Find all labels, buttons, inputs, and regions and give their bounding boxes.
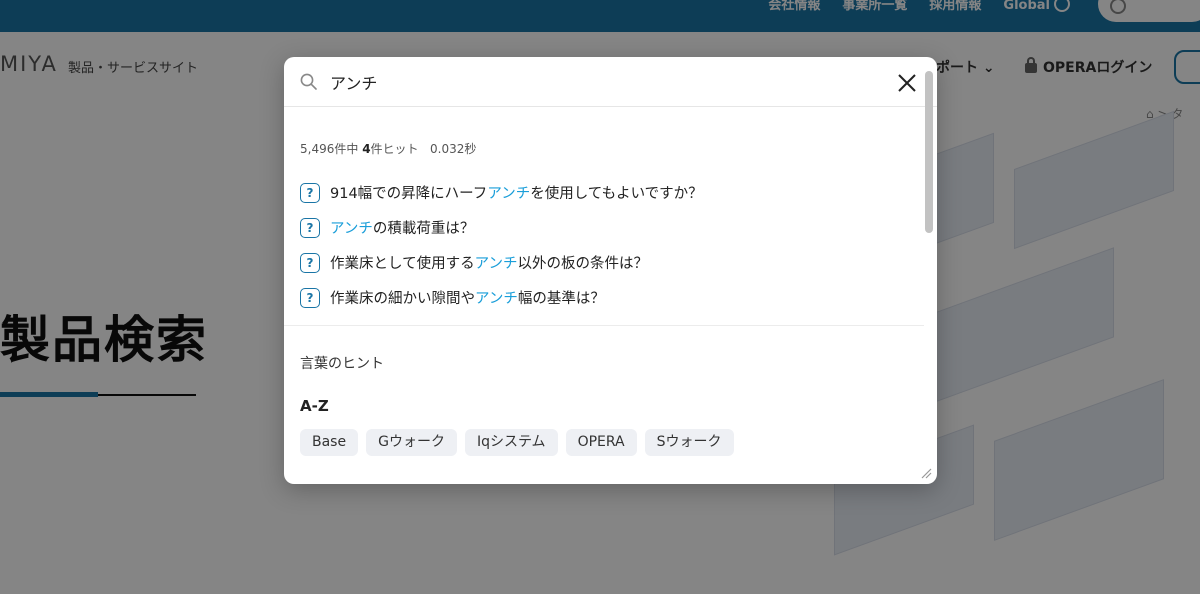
result-text-after: を使用してもよいですか？ xyxy=(530,186,703,202)
close-icon[interactable] xyxy=(896,72,918,94)
result-text-before: 作業床の細かい隙間や xyxy=(330,291,475,307)
result-text: アンチの積載荷重は？ xyxy=(330,217,474,238)
list-item[interactable]: ? 作業床として使用するアンチ以外の板の条件は？ xyxy=(300,245,900,280)
hit-count: 4 xyxy=(362,142,371,156)
az-heading: A-Z xyxy=(300,397,329,415)
question-icon: ? xyxy=(300,287,320,308)
result-list: ? 914幅での昇降にハーフアンチを使用してもよいですか？ ? アンチの積載荷重… xyxy=(300,175,900,315)
result-text: 作業床の細かい隙間やアンチ幅の基準は？ xyxy=(330,287,605,308)
tag-g-walk[interactable]: Gウォーク xyxy=(366,429,457,456)
result-highlight: アンチ xyxy=(474,256,518,272)
tag-base[interactable]: Base xyxy=(300,429,359,456)
search-bar xyxy=(284,57,937,107)
question-icon: ? xyxy=(300,252,320,273)
hit-total: 5,496件中 xyxy=(300,142,359,156)
search-input[interactable] xyxy=(330,69,870,95)
result-text-after: の積載荷重は？ xyxy=(372,221,475,237)
result-text-after: 幅の基準は？ xyxy=(517,291,605,307)
result-text-before: 作業床として使用する xyxy=(330,256,475,272)
result-highlight: アンチ xyxy=(487,186,531,202)
tag-iq-system[interactable]: Iqシステム xyxy=(464,429,558,456)
question-icon: ? xyxy=(300,217,320,238)
list-item[interactable]: ? 作業床の細かい隙間やアンチ幅の基準は？ xyxy=(300,280,900,315)
result-highlight: アンチ xyxy=(475,291,518,307)
result-text: 914幅での昇降にハーフアンチを使用してもよいですか？ xyxy=(330,182,703,203)
tag-opera[interactable]: OPERA xyxy=(565,429,637,456)
modal-scrollbar[interactable] xyxy=(925,71,933,233)
word-hints-heading: 言葉のヒント xyxy=(300,356,384,372)
resize-handle-icon[interactable] xyxy=(920,467,932,479)
section-divider xyxy=(284,325,924,326)
hit-count-info: 5,496件中 4件ヒット 0.032秒 xyxy=(300,140,476,157)
hit-label: 件ヒット xyxy=(370,142,419,156)
hint-tags: Base Gウォーク Iqシステム OPERA Sウォーク xyxy=(300,429,734,456)
list-item[interactable]: ? 914幅での昇降にハーフアンチを使用してもよいですか？ xyxy=(300,175,900,210)
result-highlight: アンチ xyxy=(330,221,373,237)
result-text-after: 以外の板の条件は？ xyxy=(517,256,649,272)
result-text: 作業床として使用するアンチ以外の板の条件は？ xyxy=(330,252,648,273)
tag-s-walk[interactable]: Sウォーク xyxy=(644,429,734,456)
question-icon: ? xyxy=(300,182,320,203)
search-icon xyxy=(300,73,317,90)
list-item[interactable]: ? アンチの積載荷重は？ xyxy=(300,210,900,245)
search-time: 0.032秒 xyxy=(430,142,477,156)
search-modal: 5,496件中 4件ヒット 0.032秒 ? 914幅での昇降にハーフアンチを使… xyxy=(284,57,937,484)
result-text-before: 914幅での昇降にハーフ xyxy=(330,186,488,202)
